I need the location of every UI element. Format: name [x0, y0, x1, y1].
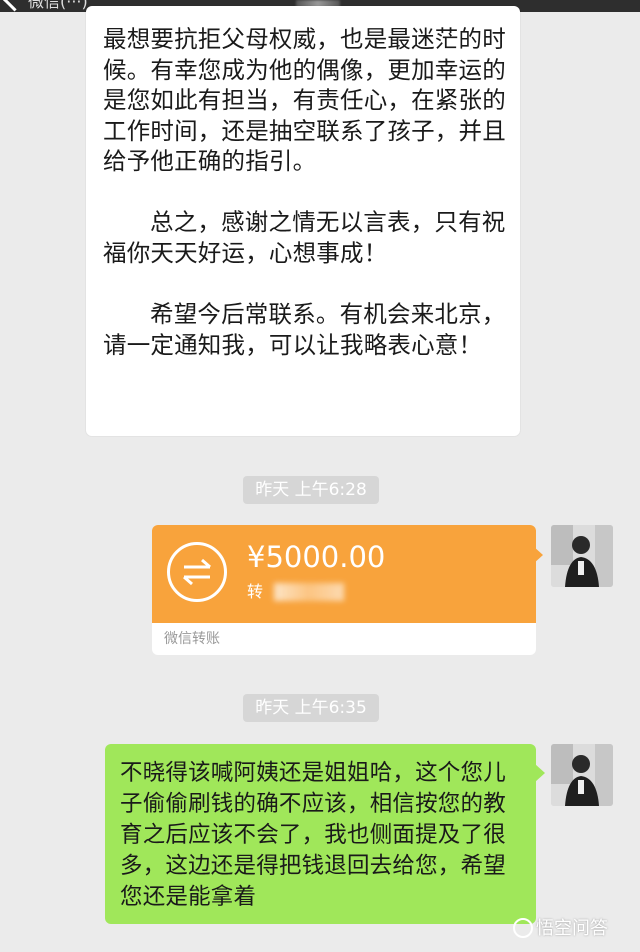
watermark: 悟空问答	[513, 916, 608, 942]
outgoing-bubble-tail	[535, 764, 545, 782]
avatar-photo	[551, 525, 613, 587]
outgoing-message-text: 不晓得该喊阿姨还是姐姐哈，这个您儿子偷偷刷钱的确不应该，相信按您的教育之后应该不…	[120, 760, 506, 910]
back-label[interactable]: 微信	[28, 0, 60, 11]
transfer-type-label: 微信转账	[164, 631, 220, 647]
timestamp-label: 昨天 上午6:35	[243, 694, 379, 722]
transfer-card[interactable]: ¥5000.00 转 微信转账	[152, 525, 536, 655]
message-paragraph: 最想要抗拒父母权威，也是最迷茫的时候。有幸您成为他的偶像，更加幸运的是您如此有担…	[103, 25, 506, 175]
message-paragraph: 希望今后常联系。有机会来北京，请一定通知我，可以让我略表心意！	[103, 300, 506, 359]
transfer-card-header: ¥5000.00 转	[152, 525, 536, 623]
incoming-message-bubble[interactable]: 最想要抗拒父母权威，也是最迷茫的时候。有幸您成为他的偶像，更加幸运的是您如此有担…	[86, 6, 520, 436]
chat-title: 微信(···)	[28, 0, 88, 11]
transfer-note: 转	[247, 582, 264, 601]
user-avatar[interactable]	[551, 744, 613, 806]
user-avatar[interactable]	[551, 525, 613, 587]
title-suffix: (···)	[60, 0, 88, 11]
outgoing-message-bubble[interactable]: 不晓得该喊阿姨还是姐姐哈，这个您儿子偷偷刷钱的确不应该，相信按您的教育之后应该不…	[105, 744, 536, 924]
watermark-text: 悟空问答	[536, 918, 608, 939]
message-paragraph: 总之，感谢之情无以言表，只有祝福你天天好运，心想事成！	[103, 208, 506, 267]
wukong-logo-icon	[513, 918, 533, 938]
transfer-arrows-icon	[167, 542, 227, 602]
blurred-transfer-note	[274, 583, 344, 601]
avatar-photo	[551, 744, 613, 806]
back-arrow-icon[interactable]	[2, 0, 27, 12]
transfer-amount: ¥5000.00	[247, 540, 386, 574]
timestamp-label: 昨天 上午6:28	[243, 476, 379, 504]
